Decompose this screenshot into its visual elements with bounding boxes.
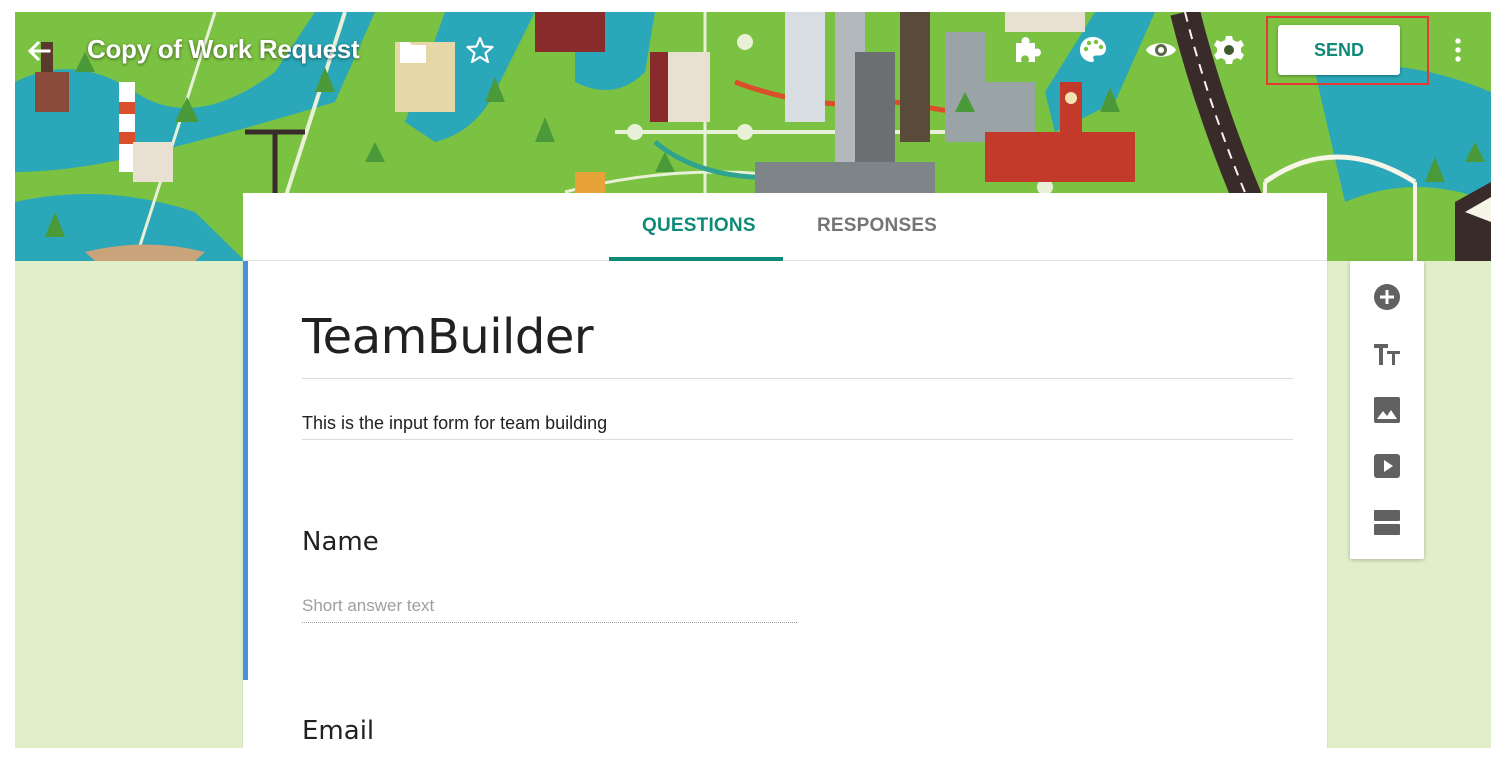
form-description-underline xyxy=(302,439,1293,440)
settings-button[interactable] xyxy=(1211,32,1247,68)
form-title[interactable]: TeamBuilder xyxy=(302,309,594,365)
short-answer-underline xyxy=(302,622,797,623)
send-button[interactable]: SEND xyxy=(1278,25,1400,75)
short-answer-placeholder: Short answer text xyxy=(302,596,435,615)
addons-button[interactable] xyxy=(1009,32,1045,68)
add-section-icon xyxy=(1374,510,1400,535)
more-vert-icon xyxy=(1455,38,1461,62)
tab-questions[interactable]: QUESTIONS xyxy=(642,215,756,237)
question-email-label[interactable]: Email xyxy=(302,716,374,746)
more-options-button[interactable] xyxy=(1440,32,1476,68)
add-question-button[interactable] xyxy=(1369,279,1405,315)
form-card: TeamBuilder This is the input form for t… xyxy=(243,261,1327,748)
tab-responses[interactable]: RESPONSES xyxy=(817,215,937,237)
document-title[interactable]: Copy of Work Request xyxy=(87,34,360,65)
preview-button[interactable] xyxy=(1143,32,1179,68)
preview-eye-icon xyxy=(1146,43,1176,57)
add-image-icon xyxy=(1374,397,1400,423)
add-title-icon xyxy=(1374,344,1400,365)
header-banner: Copy of Work Request SEND QUESTIONS RESP… xyxy=(15,12,1491,261)
app-frame: Copy of Work Request SEND QUESTIONS RESP… xyxy=(15,12,1491,748)
folder-icon xyxy=(400,42,426,63)
selected-section-accent xyxy=(243,261,248,680)
form-title-underline xyxy=(302,378,1293,379)
settings-gear-icon xyxy=(1214,36,1244,64)
form-description[interactable]: This is the input form for team building xyxy=(302,413,607,434)
move-to-folder-button[interactable] xyxy=(395,34,431,70)
color-palette-button[interactable] xyxy=(1075,32,1111,68)
add-question-icon xyxy=(1374,284,1400,310)
add-video-icon xyxy=(1374,454,1400,478)
side-toolbar xyxy=(1350,261,1424,559)
question-name-label[interactable]: Name xyxy=(302,527,379,557)
star-icon xyxy=(466,36,494,64)
add-video-button[interactable] xyxy=(1369,448,1405,484)
add-section-button[interactable] xyxy=(1369,504,1405,540)
back-arrow-button[interactable] xyxy=(23,35,55,67)
back-arrow-icon xyxy=(27,40,51,62)
tabs-bar: QUESTIONS RESPONSES xyxy=(243,193,1327,261)
addon-puzzle-icon xyxy=(1016,37,1041,62)
add-image-button[interactable] xyxy=(1369,392,1405,428)
add-title-button[interactable] xyxy=(1369,336,1405,372)
palette-icon xyxy=(1080,37,1106,62)
star-button[interactable] xyxy=(462,32,498,68)
